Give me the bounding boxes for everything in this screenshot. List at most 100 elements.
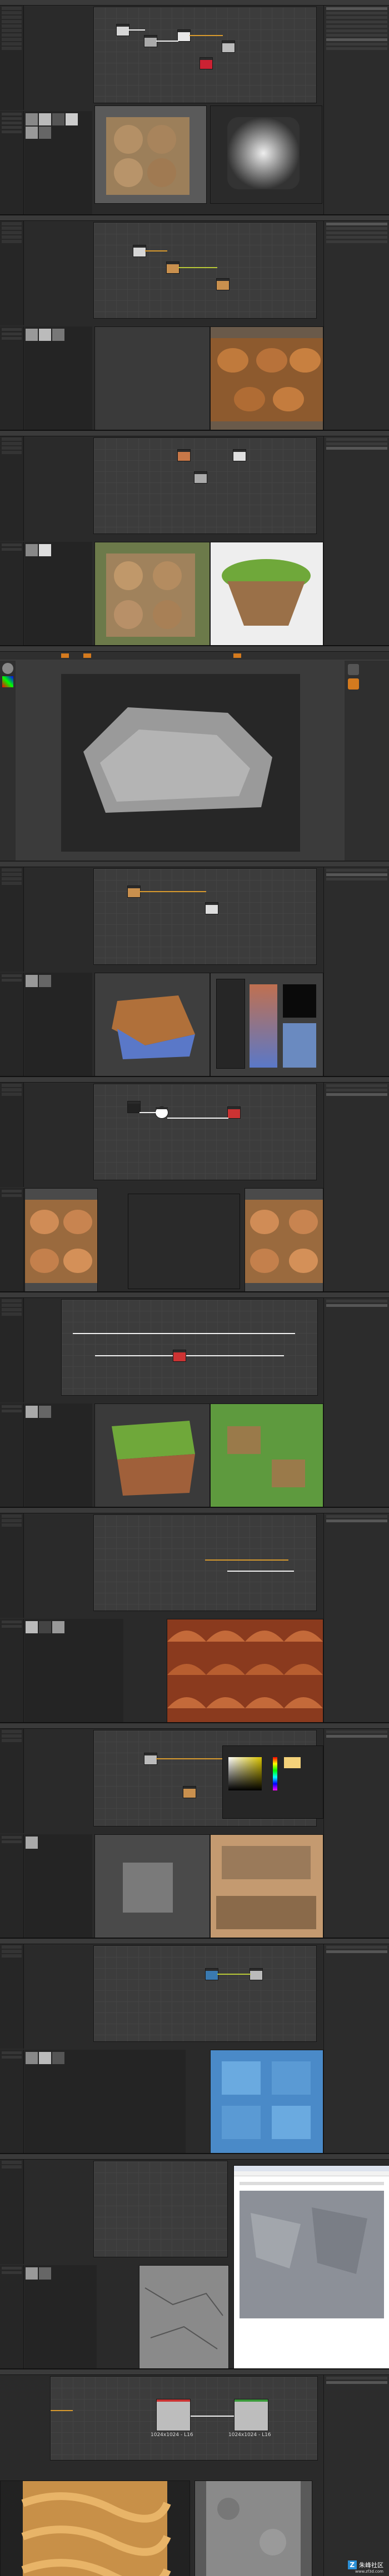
library-panel[interactable] <box>0 1513 24 1618</box>
library-panel[interactable] <box>0 1298 24 1402</box>
graph-view[interactable] <box>61 1299 318 1396</box>
texture-viewport-2d[interactable] <box>94 542 210 645</box>
graph-node[interactable] <box>234 2399 268 2431</box>
graph-node[interactable] <box>177 449 191 461</box>
library-panel[interactable] <box>0 221 24 325</box>
graph-node[interactable] <box>155 1106 168 1119</box>
library-panel[interactable] <box>0 6 24 110</box>
graph-node[interactable] <box>250 1968 263 1980</box>
properties-panel[interactable] <box>323 221 389 430</box>
graph-view[interactable] <box>93 437 317 534</box>
menu-bar[interactable] <box>0 646 389 652</box>
graph-view[interactable] <box>93 1515 317 1611</box>
explorer-panel[interactable] <box>0 2050 24 2153</box>
texture-viewport-2d[interactable] <box>94 326 210 430</box>
menu-bar[interactable] <box>0 1723 389 1729</box>
color-picker-popup[interactable] <box>222 1745 323 1819</box>
explorer-panel[interactable] <box>0 1188 24 1291</box>
material-viewport[interactable] <box>167 1619 323 1722</box>
properties-panel[interactable] <box>323 2375 389 2576</box>
thumbnail-grid[interactable] <box>24 111 92 214</box>
floating-island-viewport[interactable] <box>210 542 323 645</box>
menu-bar[interactable] <box>0 2369 389 2375</box>
properties-panel[interactable] <box>323 867 389 1076</box>
library-panel[interactable] <box>0 1944 24 2049</box>
thumbnail-grid[interactable] <box>24 1619 123 1722</box>
texture-viewport-2d[interactable] <box>24 1188 98 1291</box>
library-browser-popup[interactable] <box>128 1194 240 1289</box>
toolbar[interactable] <box>0 652 389 660</box>
properties-panel[interactable] <box>323 1944 389 2153</box>
graph-node[interactable] <box>127 1101 141 1113</box>
texture-viewport-2d[interactable] <box>0 2481 190 2576</box>
graph-node[interactable] <box>233 449 246 461</box>
graph-node[interactable] <box>205 1968 218 1980</box>
left-brush-shelf[interactable] <box>0 661 16 861</box>
graph-node[interactable] <box>194 471 207 484</box>
properties-panel[interactable] <box>323 1513 389 1722</box>
explorer-panel[interactable] <box>0 1403 24 1507</box>
graph-node[interactable] <box>177 29 191 42</box>
graph-view[interactable] <box>93 1945 317 2042</box>
height-map-viewport[interactable] <box>210 105 322 204</box>
graph-node[interactable] <box>144 35 157 47</box>
menu-bar[interactable] <box>0 431 389 436</box>
library-panel[interactable] <box>0 2160 24 2264</box>
graph-node[interactable] <box>144 1753 157 1765</box>
material-viewport[interactable] <box>210 326 323 430</box>
graph-node[interactable] <box>173 1350 186 1362</box>
texture-viewport-2d[interactable] <box>94 1834 210 1938</box>
graph-node[interactable] <box>183 1786 196 1798</box>
texture-viewport-2d[interactable] <box>94 973 210 1076</box>
graph-node[interactable] <box>166 261 179 274</box>
library-panel[interactable] <box>0 1083 24 1187</box>
graph-view[interactable]: 1024x1024 - L16 1024x1024 - L16 <box>50 2376 318 2461</box>
right-tool-shelf[interactable] <box>345 661 389 861</box>
thumbnail-grid[interactable] <box>24 1403 92 1507</box>
graph-node[interactable] <box>200 57 213 69</box>
graph-node[interactable] <box>216 278 230 290</box>
material-viewport[interactable] <box>194 2481 312 2576</box>
menu-bar[interactable] <box>0 1077 389 1083</box>
graph-view[interactable] <box>93 222 317 319</box>
material-viewport[interactable] <box>210 1834 323 1938</box>
explorer-panel[interactable] <box>0 111 24 214</box>
properties-panel[interactable] <box>323 436 389 645</box>
graph-view[interactable] <box>93 868 317 965</box>
explorer-panel[interactable] <box>0 326 24 430</box>
library-panel[interactable] <box>0 436 24 541</box>
thumbnail-grid[interactable] <box>24 2050 186 2153</box>
texture-viewport-2d[interactable] <box>139 2265 229 2368</box>
graph-view[interactable] <box>93 1084 317 1180</box>
material-viewport[interactable] <box>210 1403 323 1507</box>
thumbnail-grid[interactable] <box>24 2265 97 2368</box>
material-viewport[interactable] <box>210 973 323 1076</box>
graph-node[interactable] <box>116 24 129 36</box>
material-viewport[interactable] <box>245 1188 323 1291</box>
menu-bar[interactable] <box>0 1292 389 1298</box>
graph-node[interactable] <box>205 902 218 914</box>
texture-viewport-2d[interactable] <box>94 105 207 204</box>
explorer-panel[interactable] <box>0 1834 24 1938</box>
texture-viewport-2d[interactable] <box>94 1403 210 1507</box>
sculpt-viewport[interactable] <box>61 674 300 852</box>
menu-bar[interactable] <box>0 1508 389 1513</box>
material-viewport[interactable] <box>210 2050 323 2153</box>
library-panel[interactable] <box>0 867 24 972</box>
graph-node[interactable] <box>127 886 141 898</box>
menu-bar[interactable] <box>0 0 389 6</box>
thumbnail-grid[interactable] <box>24 326 92 430</box>
graph-node[interactable] <box>133 245 146 257</box>
graph-view[interactable] <box>93 7 317 103</box>
graph-node[interactable] <box>156 2399 191 2431</box>
thumbnail-grid[interactable] <box>24 973 92 1076</box>
explorer-panel[interactable] <box>0 973 24 1076</box>
menu-bar[interactable] <box>0 215 389 221</box>
explorer-panel[interactable] <box>0 1619 24 1722</box>
properties-panel[interactable] <box>323 1729 389 1938</box>
explorer-panel[interactable] <box>0 542 24 645</box>
explorer-panel[interactable] <box>0 2265 24 2368</box>
library-panel[interactable] <box>0 1729 24 1833</box>
menu-bar[interactable] <box>0 2154 389 2160</box>
thumbnail-grid[interactable] <box>24 1834 92 1938</box>
